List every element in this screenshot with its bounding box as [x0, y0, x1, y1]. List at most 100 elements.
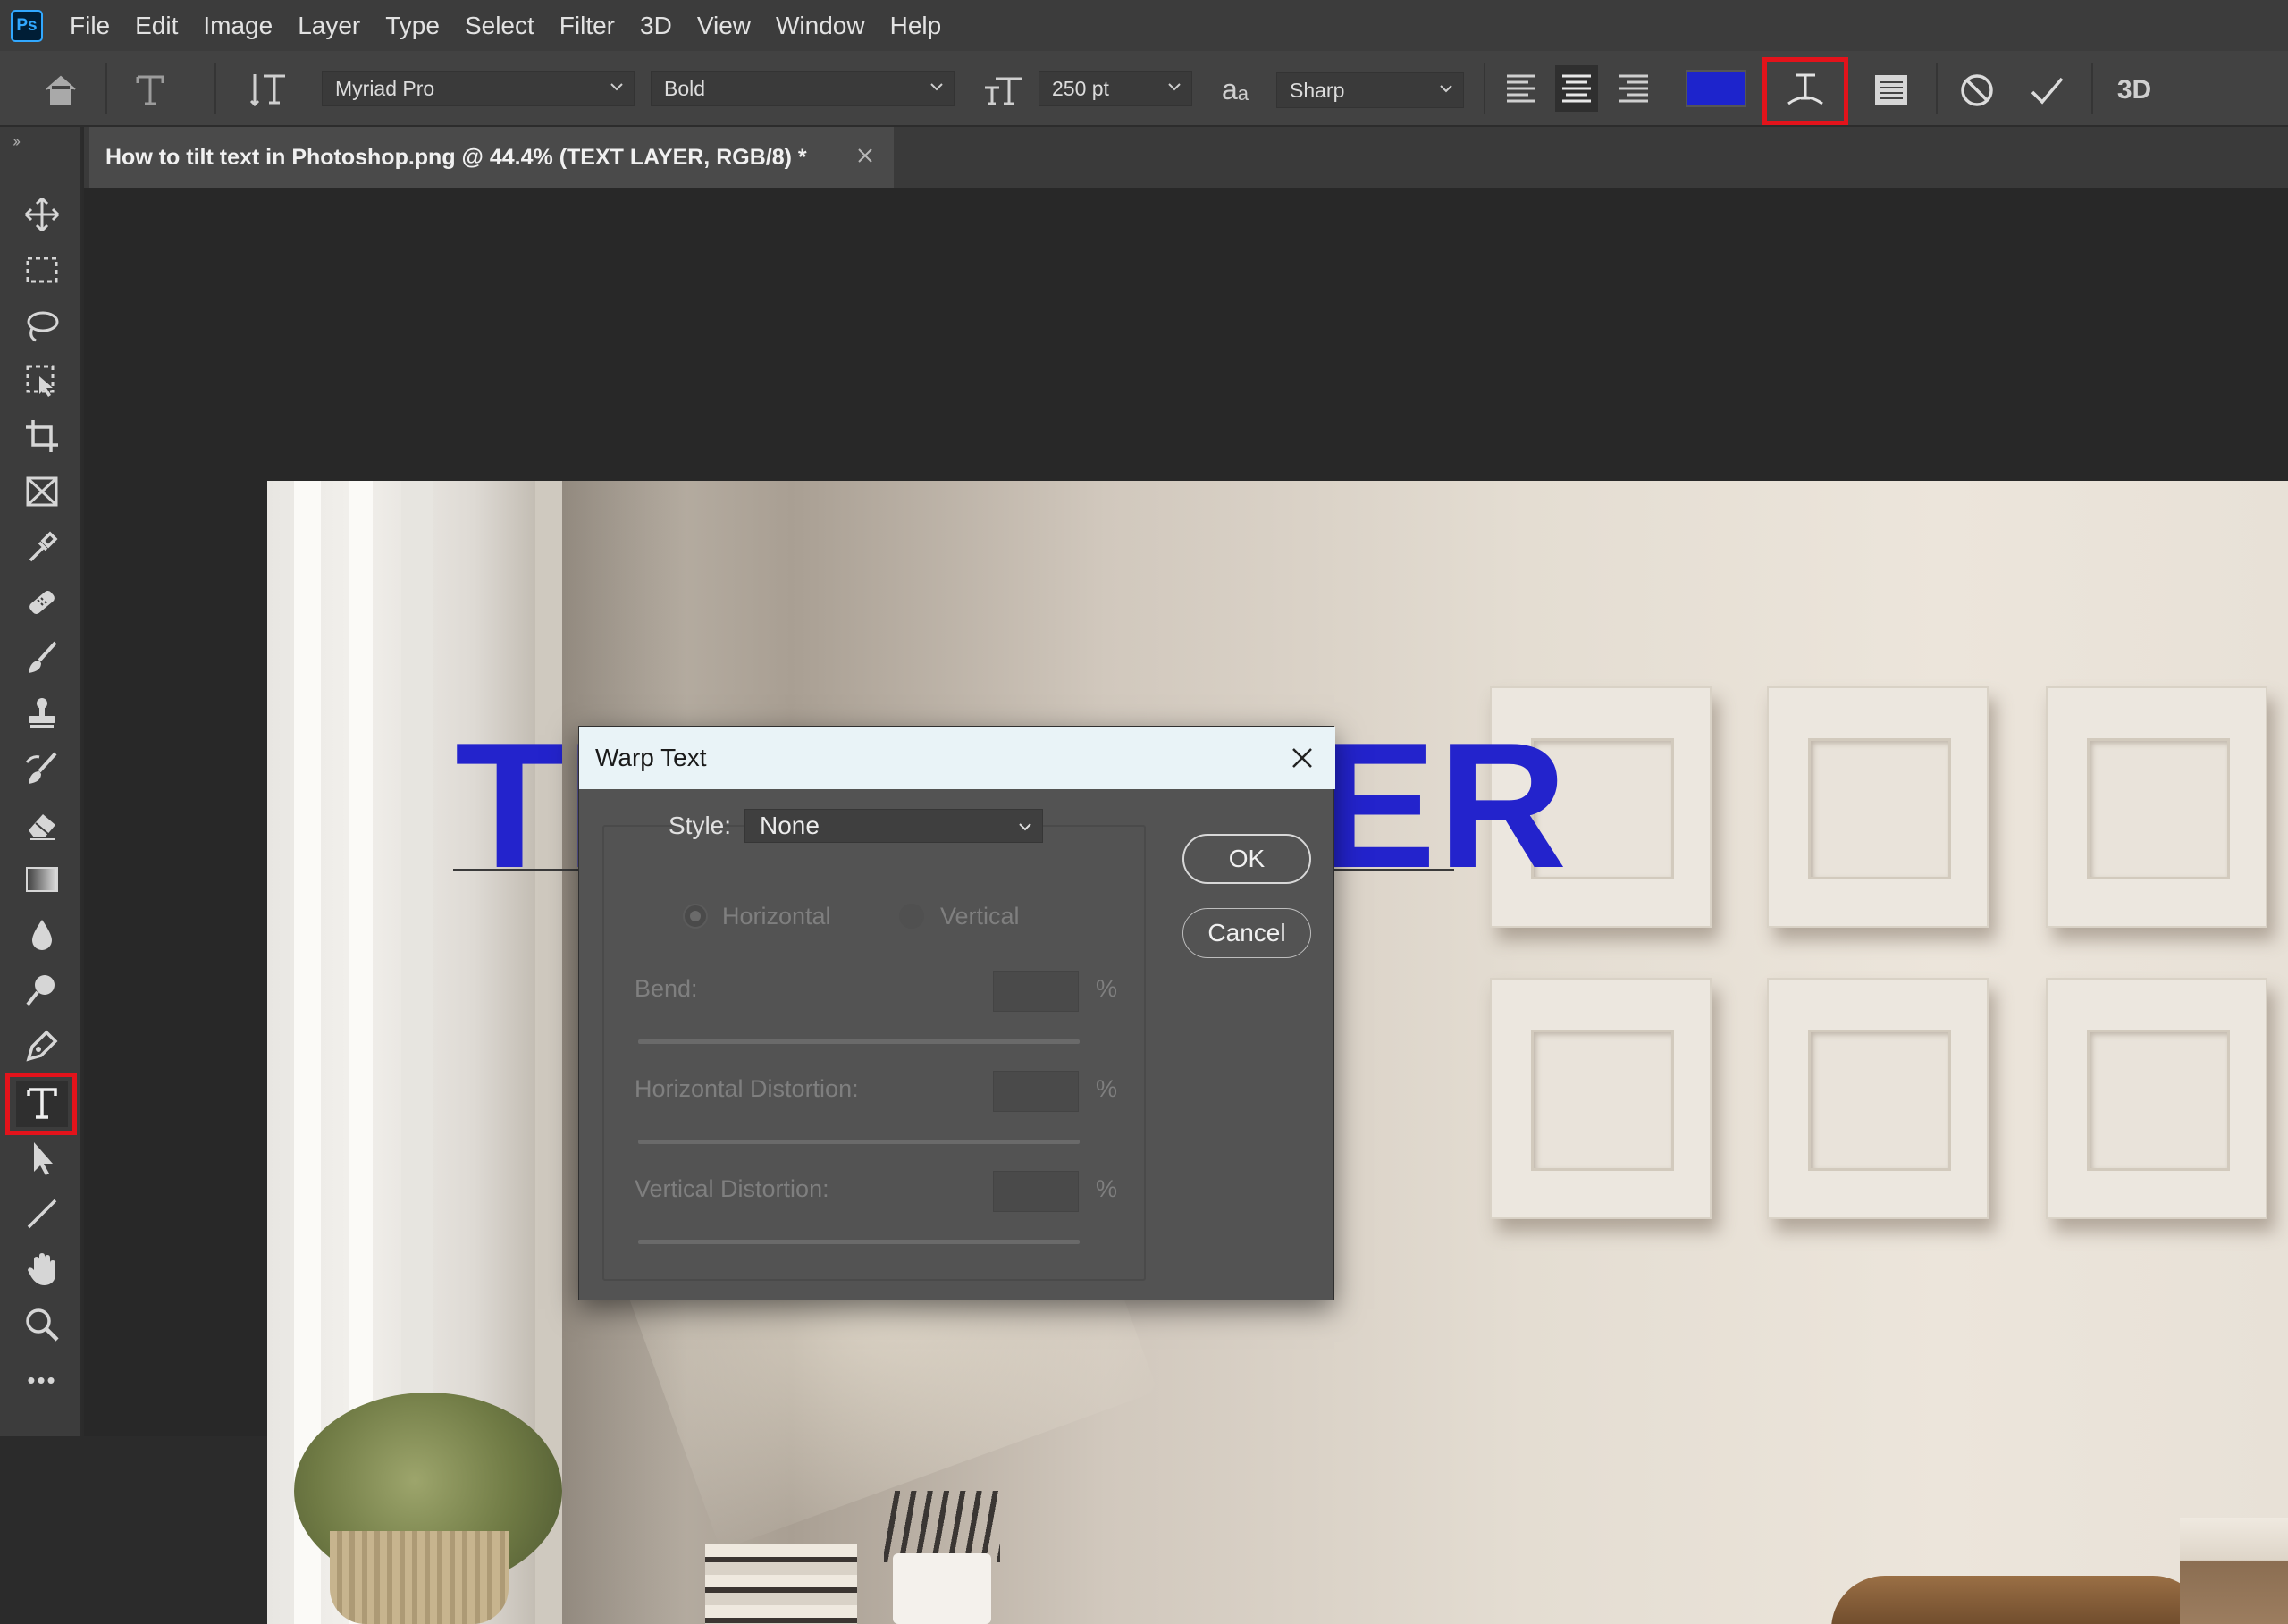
- menu-help[interactable]: Help: [890, 12, 942, 40]
- align-left-icon[interactable]: [1502, 67, 1541, 110]
- menu-layer[interactable]: Layer: [298, 12, 360, 40]
- zoom-tool-icon[interactable]: [16, 1301, 68, 1348]
- anti-alias-glyph-small: a: [1237, 82, 1249, 105]
- close-icon[interactable]: [856, 147, 874, 164]
- gradient-tool-icon[interactable]: [16, 856, 68, 903]
- 3d-button[interactable]: 3D: [2109, 69, 2159, 112]
- anti-alias-icon: aa: [1212, 69, 1258, 110]
- eraser-tool-icon[interactable]: [16, 801, 68, 847]
- menu-window[interactable]: Window: [776, 12, 865, 40]
- pen-tool-icon[interactable]: [16, 1022, 68, 1069]
- font-size-select[interactable]: 250 pt: [1039, 71, 1192, 106]
- align-right-icon[interactable]: [1614, 67, 1653, 110]
- plant-pot: [330, 1531, 509, 1624]
- document-tab[interactable]: How to tilt text in Photoshop.png @ 44.4…: [89, 127, 894, 188]
- type-tool-icon[interactable]: [16, 1081, 68, 1127]
- dialog-title: Warp Text: [595, 744, 707, 771]
- frame-tool-icon[interactable]: [16, 468, 68, 515]
- marquee-tool-icon[interactable]: [16, 247, 68, 293]
- bend-slider[interactable]: [638, 1039, 1080, 1044]
- menu-view[interactable]: View: [697, 12, 751, 40]
- photoshop-logo: Ps: [11, 9, 43, 42]
- chevron-down-icon: [1440, 85, 1452, 93]
- warp-text-dialog: Warp Text Style: None Horizontal Vertica…: [578, 726, 1335, 1300]
- ok-button[interactable]: OK: [1182, 834, 1311, 884]
- pencil-cup: [893, 1553, 991, 1624]
- object-selection-tool-icon[interactable]: [16, 358, 68, 404]
- move-tool-icon[interactable]: [16, 191, 68, 238]
- options-bar: Myriad Pro Bold 250 pt aa Sharp 3D: [0, 51, 2288, 127]
- wall-frame: [1490, 978, 1712, 1219]
- horizontal-distortion-percent: %: [1096, 1075, 1118, 1102]
- vertical-radio[interactable]: [899, 904, 924, 929]
- hand-tool-icon[interactable]: [16, 1246, 68, 1292]
- history-brush-tool-icon[interactable]: [16, 745, 68, 792]
- vertical-distortion-slider[interactable]: [638, 1240, 1080, 1244]
- menu-file[interactable]: File: [70, 12, 110, 40]
- bend-percent: %: [1096, 975, 1118, 1002]
- horizontal-label: Horizontal: [722, 903, 831, 930]
- commit-edits-icon[interactable]: [2023, 67, 2070, 114]
- document-tab-title: How to tilt text in Photoshop.png @ 44.4…: [105, 144, 807, 170]
- book-stack: [705, 1544, 857, 1624]
- text-color-swatch[interactable]: [1686, 70, 1746, 107]
- menu-type[interactable]: Type: [385, 12, 440, 40]
- align-center-icon[interactable]: [1555, 65, 1598, 112]
- horizontal-distortion-slider[interactable]: [638, 1140, 1080, 1144]
- cancel-edits-icon[interactable]: [1954, 67, 2000, 114]
- wall-frame: [2046, 978, 2267, 1219]
- type-tool-preset-icon[interactable]: [130, 71, 171, 110]
- dodge-tool-icon[interactable]: [16, 967, 68, 1014]
- horizontal-radio[interactable]: [683, 904, 708, 929]
- anti-alias-glyph-large: a: [1221, 72, 1238, 105]
- more-tools-icon[interactable]: •••: [16, 1357, 68, 1403]
- warp-text-icon[interactable]: [1779, 67, 1832, 114]
- font-size-icon: [981, 69, 1026, 110]
- healing-brush-tool-icon[interactable]: [16, 579, 68, 626]
- menu-select[interactable]: Select: [465, 12, 534, 40]
- wall-frame: [2046, 686, 2267, 928]
- horizontal-distortion-input[interactable]: [993, 1071, 1079, 1112]
- brush-tool-icon[interactable]: [16, 635, 68, 681]
- chevron-down-icon: [610, 83, 623, 91]
- home-icon[interactable]: [38, 71, 84, 110]
- character-panel-icon[interactable]: [1868, 67, 1914, 114]
- font-size-value: 250 pt: [1052, 76, 1109, 100]
- horizontal-distortion-label: Horizontal Distortion:: [635, 1075, 859, 1102]
- chevron-down-icon: [1019, 823, 1031, 831]
- wall-frame: [1767, 686, 1989, 928]
- collapse-panel-icon[interactable]: ››: [13, 132, 21, 151]
- font-style-select[interactable]: Bold: [651, 71, 955, 106]
- chair: [1831, 1576, 2207, 1624]
- eyedropper-tool-icon[interactable]: [16, 524, 68, 570]
- crop-tool-icon[interactable]: [16, 413, 68, 459]
- style-label: Style:: [669, 812, 732, 839]
- close-icon[interactable]: [1287, 743, 1317, 773]
- cancel-button[interactable]: Cancel: [1182, 908, 1311, 958]
- bend-label: Bend:: [635, 975, 698, 1002]
- blur-tool-icon[interactable]: [16, 912, 68, 958]
- toggle-text-orientation-icon[interactable]: [247, 69, 291, 110]
- tools-panel: ›› •••: [0, 127, 82, 1436]
- menu-3d[interactable]: 3D: [640, 12, 672, 40]
- font-family-select[interactable]: Myriad Pro: [322, 71, 635, 106]
- warp-settings-group: [602, 825, 1146, 1281]
- anti-alias-select[interactable]: Sharp: [1276, 72, 1464, 108]
- vertical-distortion-label: Vertical Distortion:: [635, 1175, 829, 1202]
- menu-image[interactable]: Image: [203, 12, 273, 40]
- path-selection-tool-icon[interactable]: [16, 1135, 68, 1182]
- chevron-down-icon: [1168, 83, 1181, 91]
- menu-filter[interactable]: Filter: [559, 12, 615, 40]
- menu-bar: Ps File Edit Image Layer Type Select Fil…: [0, 0, 2288, 51]
- lasso-tool-icon[interactable]: [16, 302, 68, 349]
- vertical-distortion-percent: %: [1096, 1175, 1118, 1202]
- line-tool-icon[interactable]: [16, 1191, 68, 1237]
- style-select[interactable]: None: [744, 809, 1043, 843]
- font-style-value: Bold: [664, 76, 706, 100]
- bend-input[interactable]: [993, 971, 1079, 1012]
- clone-stamp-tool-icon[interactable]: [16, 690, 68, 736]
- pencils: [884, 1491, 1000, 1562]
- menu-edit[interactable]: Edit: [135, 12, 178, 40]
- dialog-titlebar[interactable]: Warp Text: [579, 727, 1335, 789]
- vertical-distortion-input[interactable]: [993, 1171, 1079, 1212]
